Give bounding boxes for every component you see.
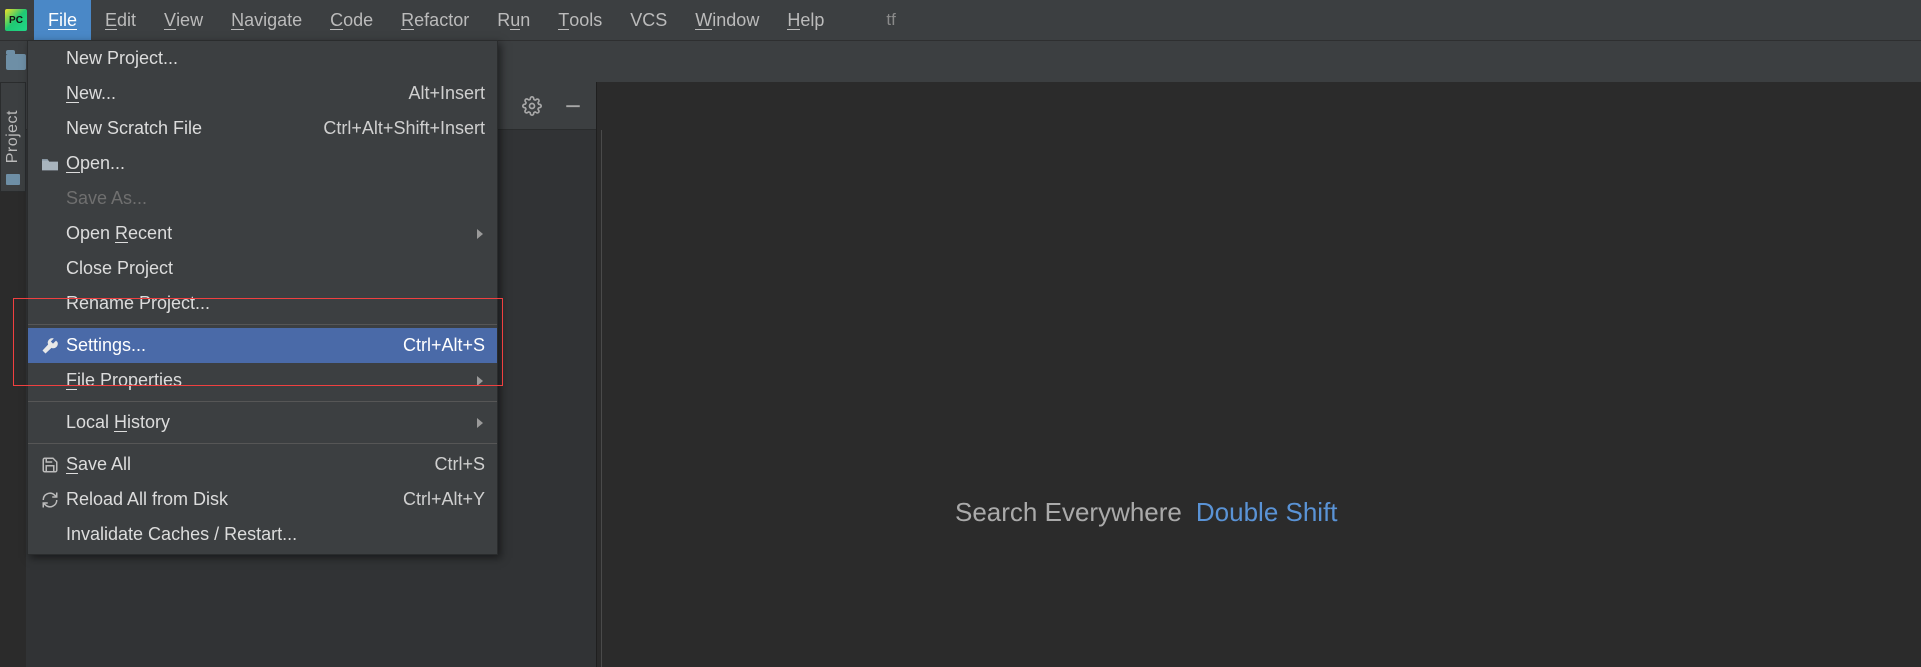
menu-file[interactable]: File <box>34 0 91 40</box>
blank-icon <box>38 259 62 279</box>
file-menu-dropdown: New Project... New... Alt+Insert New Scr… <box>27 40 498 555</box>
reload-icon <box>38 490 62 510</box>
menu-new[interactable]: New... Alt+Insert <box>28 76 497 111</box>
menu-tools[interactable]: Tools <box>544 0 616 40</box>
blank-icon <box>38 224 62 244</box>
folder-icon <box>6 174 20 185</box>
menu-save-all-shortcut: Ctrl+S <box>434 454 485 475</box>
menu-reload-disk-shortcut: Ctrl+Alt+Y <box>403 489 485 510</box>
menu-close-project-label: Close Project <box>66 258 173 279</box>
menu-separator <box>28 324 497 325</box>
wrench-icon <box>38 336 62 356</box>
menu-open[interactable]: Open... <box>28 146 497 181</box>
menu-navigate[interactable]: Navigate <box>217 0 316 40</box>
menu-new-shortcut: Alt+Insert <box>408 83 485 104</box>
gear-icon[interactable] <box>522 96 542 116</box>
menu-vcs[interactable]: VCS <box>616 0 681 40</box>
menu-new-scratch-label: New Scratch File <box>66 118 202 139</box>
menu-separator <box>28 443 497 444</box>
blank-icon <box>38 49 62 69</box>
blank-icon <box>38 525 62 545</box>
menu-vcs-label: VCS <box>630 10 667 31</box>
menu-open-recent[interactable]: Open Recent <box>28 216 497 251</box>
app-icon-label: PC <box>5 9 27 31</box>
menu-new-scratch[interactable]: New Scratch File Ctrl+Alt+Shift+Insert <box>28 111 497 146</box>
project-name: tf <box>886 10 895 30</box>
menu-rename-project-label: Rename Project... <box>66 293 210 314</box>
menu-settings[interactable]: Settings... Ctrl+Alt+S <box>28 328 497 363</box>
search-everywhere-shortcut[interactable]: Double Shift <box>1196 497 1338 528</box>
save-icon <box>38 455 62 475</box>
blank-icon <box>38 84 62 104</box>
menu-window[interactable]: Window <box>681 0 773 40</box>
menu-reload-disk-label: Reload All from Disk <box>66 489 228 510</box>
menu-save-as-label: Save As... <box>66 188 147 209</box>
menu-help[interactable]: Help <box>773 0 838 40</box>
editor-gutter <box>601 130 1921 667</box>
folder-open-icon <box>38 154 62 174</box>
minimize-icon[interactable] <box>564 97 582 115</box>
app-icon: PC <box>2 6 30 34</box>
menu-new-project[interactable]: New Project... <box>28 41 497 76</box>
menu-file-label: File <box>48 11 77 30</box>
menu-view[interactable]: View <box>150 0 217 40</box>
blank-icon <box>38 413 62 433</box>
menu-settings-shortcut: Ctrl+Alt+S <box>403 335 485 356</box>
menu-file-properties[interactable]: File Properties <box>28 363 497 398</box>
project-tab[interactable]: Project <box>0 82 26 192</box>
blank-icon <box>38 119 62 139</box>
blank-icon <box>38 294 62 314</box>
menu-invalidate-caches[interactable]: Invalidate Caches / Restart... <box>28 517 497 552</box>
project-tab-label: Project <box>4 110 22 163</box>
menu-invalidate-label: Invalidate Caches / Restart... <box>66 524 297 545</box>
submenu-arrow-icon <box>477 418 483 428</box>
submenu-arrow-icon <box>477 229 483 239</box>
menu-run[interactable]: Run <box>483 0 544 40</box>
blank-icon <box>38 371 62 391</box>
menu-close-project[interactable]: Close Project <box>28 251 497 286</box>
blank-icon <box>38 189 62 209</box>
menu-rename-project[interactable]: Rename Project... <box>28 286 497 321</box>
menu-refactor[interactable]: Refactor <box>387 0 483 40</box>
menu-reload-disk[interactable]: Reload All from Disk Ctrl+Alt+Y <box>28 482 497 517</box>
menu-save-as: Save As... <box>28 181 497 216</box>
menu-edit[interactable]: Edit <box>91 0 150 40</box>
menu-save-all[interactable]: Save All Ctrl+S <box>28 447 497 482</box>
menu-new-project-label: New Project... <box>66 48 178 69</box>
submenu-arrow-icon <box>477 376 483 386</box>
menu-bar: PC File Edit View Navigate Code Refactor… <box>0 0 1921 40</box>
menu-separator <box>28 401 497 402</box>
editor-area <box>596 82 1921 667</box>
menu-code[interactable]: Code <box>316 0 387 40</box>
search-everywhere-hint: Search Everywhere Double Shift <box>955 497 1338 528</box>
menu-new-scratch-shortcut: Ctrl+Alt+Shift+Insert <box>323 118 485 139</box>
folder-icon <box>6 54 26 70</box>
menu-local-history[interactable]: Local History <box>28 405 497 440</box>
menu-settings-label: Settings... <box>66 335 146 356</box>
search-everywhere-label: Search Everywhere <box>955 497 1182 528</box>
